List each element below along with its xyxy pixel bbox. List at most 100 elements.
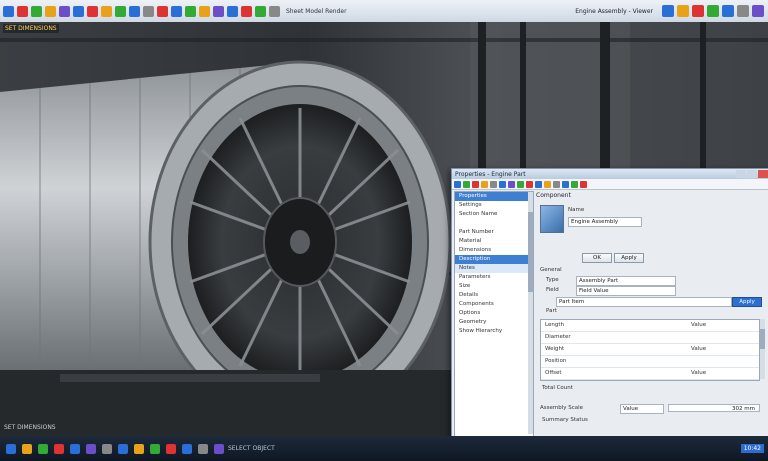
tree-scrollbar[interactable] bbox=[528, 192, 533, 434]
ok-button-top[interactable]: OK bbox=[582, 253, 612, 263]
taskbar-app-icon[interactable] bbox=[22, 443, 32, 454]
tree-item[interactable]: Section Name bbox=[455, 210, 533, 219]
toolbar-right-tool-icon[interactable] bbox=[707, 5, 719, 17]
tree-item[interactable]: Details bbox=[455, 291, 533, 300]
toolbar-tool-icon[interactable] bbox=[241, 5, 252, 17]
tree-item[interactable]: Description bbox=[455, 255, 533, 264]
toolbar-tool-icon[interactable] bbox=[171, 5, 182, 17]
dialog-tool-icon[interactable] bbox=[463, 180, 470, 188]
row-value: Value bbox=[691, 370, 707, 376]
field-value[interactable]: Field Value bbox=[576, 286, 676, 296]
taskbar-app-icon[interactable] bbox=[118, 443, 128, 454]
clock[interactable]: 10:42 bbox=[740, 444, 764, 453]
taskbar-app-icon[interactable] bbox=[182, 443, 192, 454]
toolbar-tool-icon[interactable] bbox=[45, 5, 56, 17]
taskbar-app-icon[interactable] bbox=[198, 443, 208, 454]
dialog-titlebar[interactable]: Properties - Engine Part bbox=[452, 169, 768, 179]
tree-item[interactable]: Size bbox=[455, 282, 533, 291]
toolbar-tool-icon[interactable] bbox=[87, 5, 98, 17]
tree-item[interactable]: Show Hierarchy bbox=[455, 327, 533, 336]
toolbar-tool-icon[interactable] bbox=[227, 5, 238, 17]
dialog-tool-icon[interactable] bbox=[535, 180, 542, 188]
result-field[interactable]: 302 mm bbox=[668, 404, 760, 412]
taskbar-app-icon[interactable] bbox=[70, 443, 80, 454]
toolbar-tool-icon[interactable] bbox=[101, 5, 112, 17]
dialog-tool-icon[interactable] bbox=[499, 180, 506, 188]
close-button[interactable] bbox=[758, 170, 768, 178]
name-field[interactable]: Engine Assembly bbox=[568, 217, 642, 227]
toolbar-tool-icon[interactable] bbox=[115, 5, 126, 17]
tree-item[interactable]: Options bbox=[455, 309, 533, 318]
toolbar-right-tool-icon[interactable] bbox=[722, 5, 734, 17]
tree-item[interactable]: Part Number bbox=[455, 228, 533, 237]
toolbar-tool-icon[interactable] bbox=[255, 5, 266, 17]
tree-item[interactable]: Notes bbox=[455, 264, 533, 273]
tree-item[interactable]: Components bbox=[455, 300, 533, 309]
status-field[interactable]: Value bbox=[620, 404, 664, 414]
table-scrollbar[interactable] bbox=[760, 319, 765, 379]
taskbar-app-icon[interactable] bbox=[54, 443, 64, 454]
field-label: Field bbox=[546, 287, 559, 293]
toolbar-tool-icon[interactable] bbox=[129, 5, 140, 17]
toolbar-tool-icon[interactable] bbox=[143, 5, 154, 17]
dialog-tool-icon[interactable] bbox=[490, 180, 497, 188]
tree-item[interactable]: Material bbox=[455, 237, 533, 246]
toolbar-right-tool-icon[interactable] bbox=[737, 5, 749, 17]
panel-header: Component bbox=[536, 192, 571, 199]
maximize-button[interactable] bbox=[747, 170, 757, 178]
toolbar-right-tool-icon[interactable] bbox=[662, 5, 674, 17]
table-row[interactable]: Position bbox=[541, 356, 759, 368]
dialog-tool-icon[interactable] bbox=[481, 180, 488, 188]
dialog-tool-icon[interactable] bbox=[454, 180, 461, 188]
system-tray: 10:42 bbox=[737, 444, 764, 453]
type-field[interactable]: Assembly Part bbox=[576, 276, 676, 286]
apply-button[interactable]: Apply bbox=[732, 297, 762, 307]
tree-item[interactable]: Geometry bbox=[455, 318, 533, 327]
toolbar-tool-icon[interactable] bbox=[185, 5, 196, 17]
table-row[interactable]: Length Value bbox=[541, 320, 759, 332]
tree-item[interactable] bbox=[455, 219, 533, 228]
toolbar-tool-icon[interactable] bbox=[157, 5, 168, 17]
dialog-tool-icon[interactable] bbox=[508, 180, 515, 188]
dialog-tool-icon[interactable] bbox=[544, 180, 551, 188]
table-row[interactable]: Weight Value bbox=[541, 344, 759, 356]
taskbar-app-icon[interactable] bbox=[86, 443, 96, 454]
table-row[interactable]: Diameter bbox=[541, 332, 759, 344]
toolbar-tool-icon[interactable] bbox=[73, 5, 84, 17]
dialog-tool-icon[interactable] bbox=[526, 180, 533, 188]
tree-item[interactable]: Dimensions bbox=[455, 246, 533, 255]
toolbar-right-tool-icon[interactable] bbox=[677, 5, 689, 17]
minimize-button[interactable] bbox=[736, 170, 746, 178]
taskbar-app-icon[interactable] bbox=[6, 443, 16, 454]
taskbar-app-icon[interactable] bbox=[214, 443, 224, 454]
taskbar-app-icon[interactable] bbox=[102, 443, 112, 454]
dialog-title: Properties - Engine Part bbox=[455, 170, 526, 178]
tree-item[interactable]: Properties bbox=[455, 192, 533, 201]
toolbar-tool-icon[interactable] bbox=[269, 5, 280, 17]
toolbar-tool-icon[interactable] bbox=[59, 5, 70, 17]
toolbar-tool-icon[interactable] bbox=[199, 5, 210, 17]
part-field[interactable]: Part Item bbox=[556, 297, 732, 307]
tree-item[interactable]: Parameters bbox=[455, 273, 533, 282]
taskbar-app-icon[interactable] bbox=[150, 443, 160, 454]
viewport-label: SET DIMENSIONS bbox=[3, 24, 59, 33]
dialog-tool-icon[interactable] bbox=[553, 180, 560, 188]
toolbar-tool-icon[interactable] bbox=[31, 5, 42, 17]
taskbar-app-icon[interactable] bbox=[134, 443, 144, 454]
property-tree: Properties Settings Section Name Part Numbe… bbox=[454, 191, 534, 437]
tree-item[interactable]: Settings bbox=[455, 201, 533, 210]
table-row[interactable]: Offset Value bbox=[541, 368, 759, 380]
toolbar-right-tool-icon[interactable] bbox=[752, 5, 764, 17]
apply-button-top[interactable]: Apply bbox=[614, 253, 644, 263]
dialog-tool-icon[interactable] bbox=[571, 180, 578, 188]
toolbar-tool-icon[interactable] bbox=[3, 5, 14, 17]
dialog-tool-icon[interactable] bbox=[517, 180, 524, 188]
toolbar-tool-icon[interactable] bbox=[17, 5, 28, 17]
toolbar-right-tool-icon[interactable] bbox=[692, 5, 704, 17]
toolbar-tool-icon[interactable] bbox=[213, 5, 224, 17]
taskbar-app-icon[interactable] bbox=[166, 443, 176, 454]
dialog-tool-icon[interactable] bbox=[580, 180, 587, 188]
taskbar-app-icon[interactable] bbox=[38, 443, 48, 454]
dialog-tool-icon[interactable] bbox=[472, 180, 479, 188]
dialog-tool-icon[interactable] bbox=[562, 180, 569, 188]
